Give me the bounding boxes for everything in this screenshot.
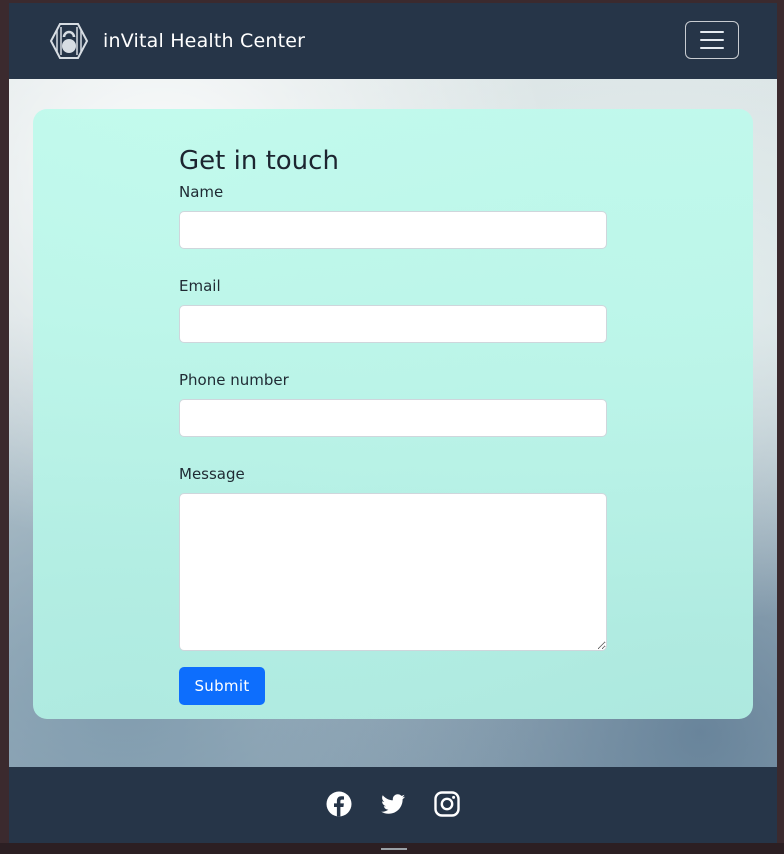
kettlebell-logo-icon bbox=[49, 23, 89, 59]
hamburger-menu-icon bbox=[700, 39, 724, 41]
phone-field[interactable] bbox=[179, 399, 607, 437]
email-label: Email bbox=[179, 277, 221, 295]
contact-card: Get in touch Name Email Phone number Mes… bbox=[33, 109, 753, 719]
brand-name: inVital Health Center bbox=[103, 30, 306, 52]
contact-section: Get in touch Name Email Phone number Mes… bbox=[9, 79, 777, 767]
contact-form: Get in touch Name Email Phone number Mes… bbox=[179, 145, 607, 705]
facebook-link[interactable] bbox=[326, 791, 352, 817]
name-label: Name bbox=[179, 183, 224, 201]
instagram-icon bbox=[434, 791, 460, 817]
phone-label: Phone number bbox=[179, 371, 289, 389]
brand[interactable]: inVital Health Center bbox=[49, 21, 305, 61]
footer bbox=[9, 767, 777, 843]
name-field[interactable] bbox=[179, 211, 607, 249]
message-label: Message bbox=[179, 465, 245, 483]
page-frame: inVital Health Center Get in touch Name … bbox=[9, 3, 777, 843]
email-field[interactable] bbox=[179, 305, 607, 343]
scroll-handle[interactable] bbox=[381, 848, 407, 850]
navbar: inVital Health Center bbox=[9, 3, 777, 79]
twitter-link[interactable] bbox=[380, 791, 406, 817]
message-field[interactable] bbox=[179, 493, 607, 651]
form-title: Get in touch bbox=[179, 146, 339, 176]
submit-button[interactable]: Submit bbox=[179, 667, 265, 705]
instagram-link[interactable] bbox=[434, 791, 460, 817]
hamburger-menu-icon bbox=[700, 31, 724, 33]
hamburger-menu-icon bbox=[700, 47, 724, 49]
twitter-icon bbox=[381, 794, 405, 814]
navbar-toggle-button[interactable] bbox=[685, 21, 739, 59]
facebook-icon bbox=[326, 791, 352, 817]
